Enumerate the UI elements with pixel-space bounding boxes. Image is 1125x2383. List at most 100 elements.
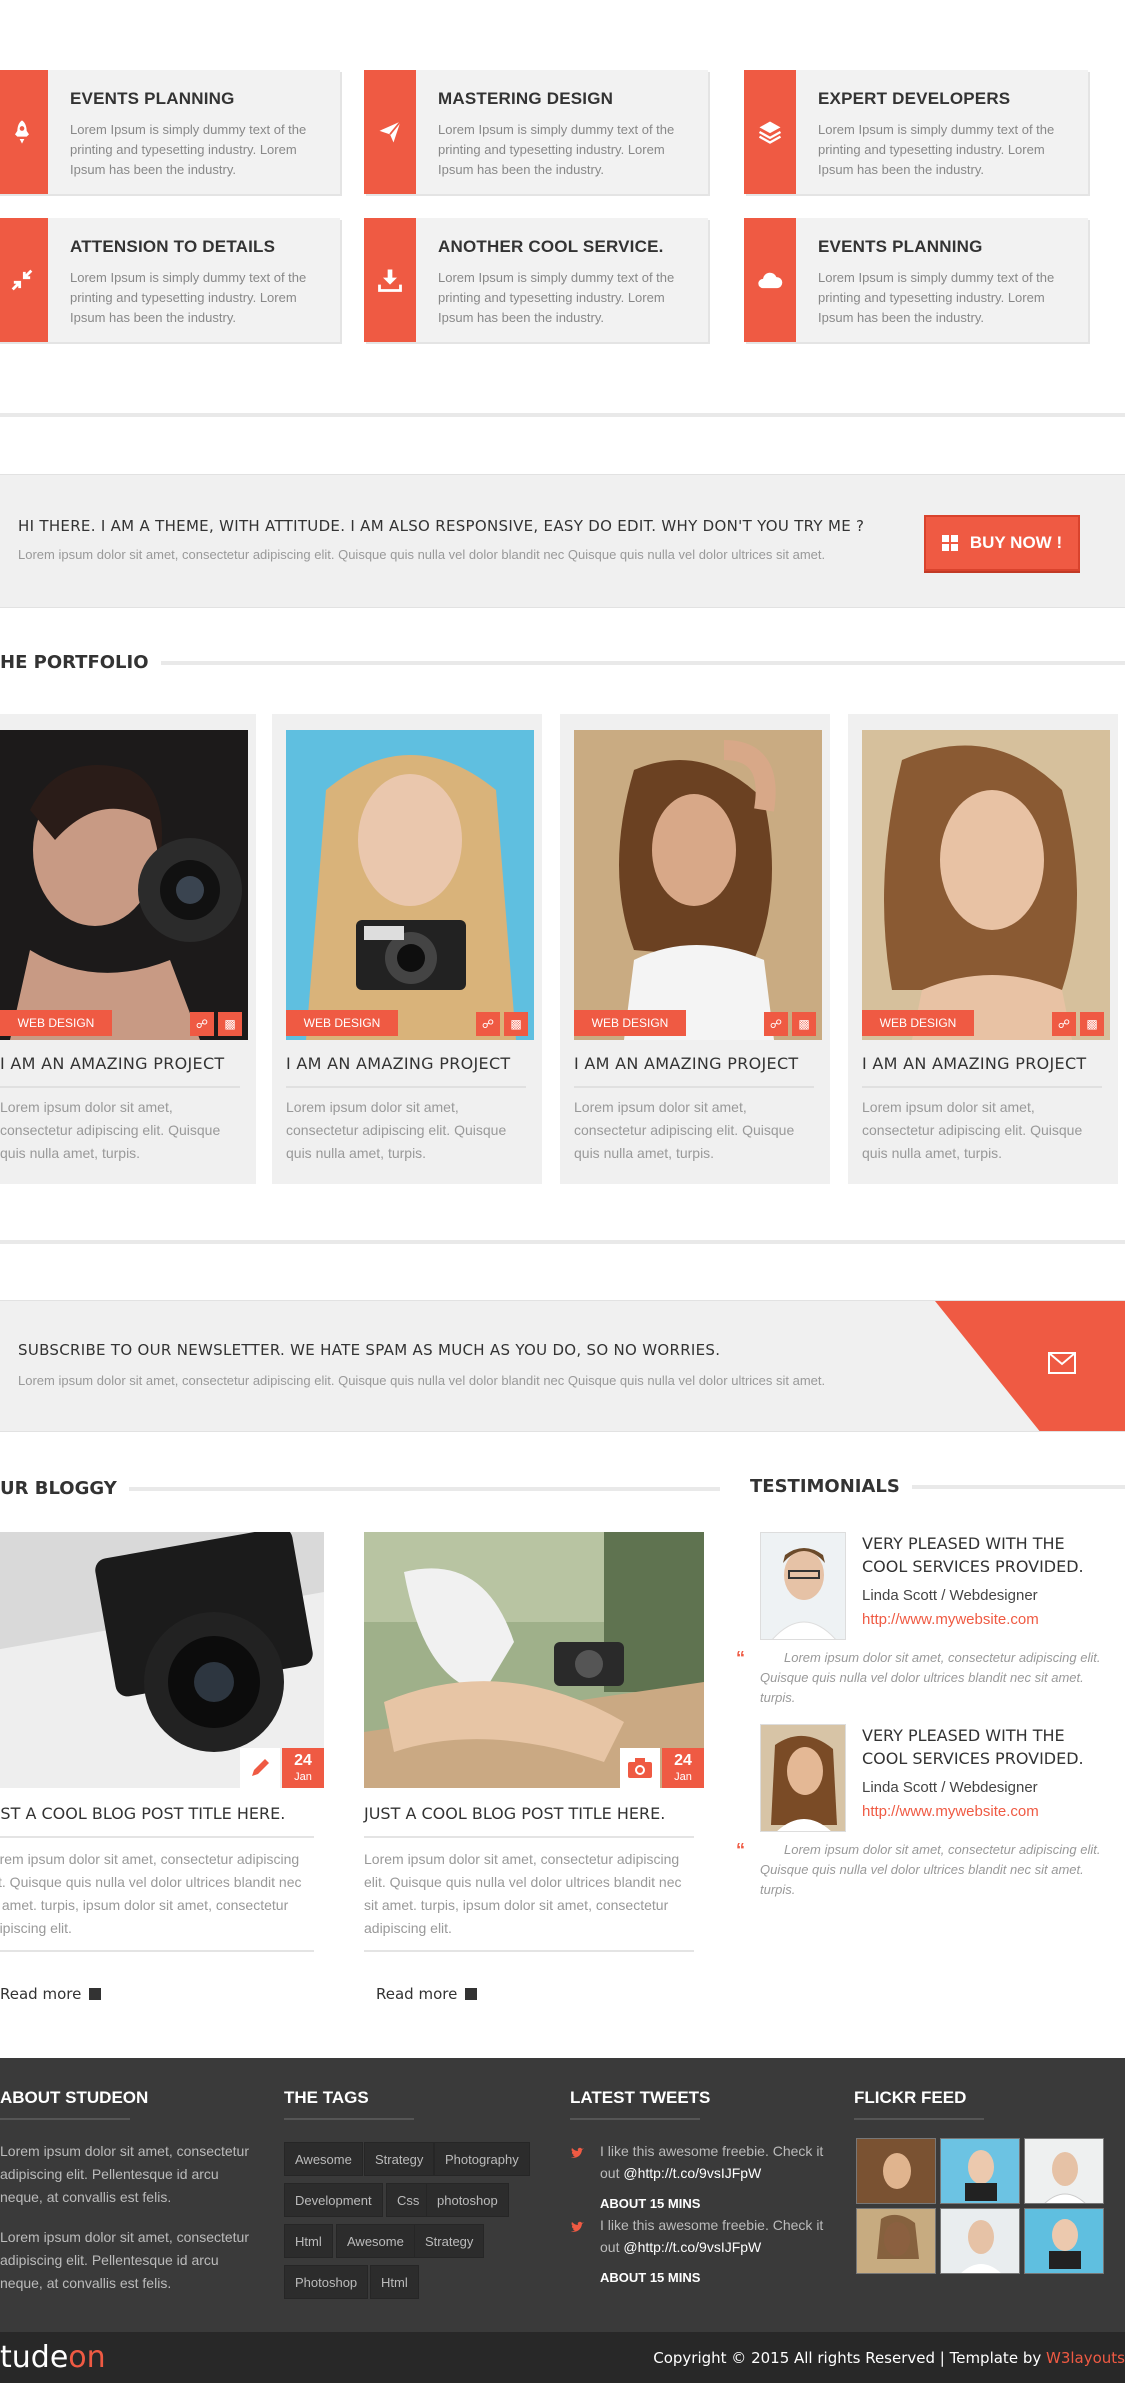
tag-link[interactable]: photoshop — [426, 2183, 509, 2217]
camera-icon[interactable] — [620, 1748, 660, 1788]
link-icon[interactable]: ☍ — [190, 1012, 214, 1036]
portfolio-image[interactable] — [286, 730, 534, 1040]
portfolio-card[interactable]: WEB DESIGN ☍ ▩ I AM AN AMAZING PROJECT L… — [848, 714, 1118, 1184]
testimonial-body: Lorem ipsum dolor sit amet, consectetur … — [760, 1650, 1101, 1705]
footer-tags-heading: THE TAGS — [284, 2088, 369, 2107]
tag-link[interactable]: Development — [284, 2183, 383, 2217]
envelope-icon[interactable] — [1048, 1352, 1076, 1374]
divider — [574, 1086, 814, 1088]
tag-link[interactable]: Photography — [434, 2142, 530, 2176]
category-tag[interactable]: WEB DESIGN — [286, 1010, 398, 1036]
cta-band: HI THERE. I AM A THEME, WITH ATTITUDE. I… — [0, 474, 1125, 608]
date-month: Jan — [674, 1771, 692, 1783]
logo-main: tude — [0, 2340, 69, 2375]
chart-icon[interactable]: ▩ — [792, 1012, 816, 1036]
divider — [364, 1950, 694, 1952]
logo-accent: on — [68, 2340, 106, 2375]
tag-link[interactable]: Html — [370, 2265, 419, 2299]
divider — [364, 1836, 694, 1838]
link-icon[interactable]: ☍ — [476, 1012, 500, 1036]
tweet-text: I like this awesome freebie. Check it ou… — [600, 2214, 830, 2258]
link-icon[interactable]: ☍ — [1052, 1012, 1076, 1036]
testimonial-text: “ Lorem ipsum dolor sit amet, consectetur… — [736, 1840, 1110, 1900]
credit-link[interactable]: W3layouts — [1046, 2349, 1125, 2367]
project-title[interactable]: I AM AN AMAZING PROJECT — [862, 1054, 1087, 1073]
tag-link[interactable]: Html — [284, 2224, 333, 2258]
testimonial-text: “ Lorem ipsum dolor sit amet, consectetur… — [736, 1648, 1110, 1708]
tag-link[interactable]: Photoshop — [284, 2265, 369, 2299]
service-text: Lorem Ipsum is simply dummy text of the … — [70, 270, 307, 325]
read-more-link[interactable]: Read more — [0, 1985, 102, 2003]
portfolio-card[interactable]: WEB DESIGN ☍ ▩ I AM AN AMAZING PROJECT L… — [272, 714, 542, 1184]
portfolio-image[interactable] — [862, 730, 1110, 1040]
service-title: EVENTS PLANNING — [70, 89, 235, 108]
category-tag[interactable]: WEB DESIGN — [862, 1010, 974, 1036]
service-title: EXPERT DEVELOPERS — [818, 89, 1011, 108]
arrow-icon — [89, 1988, 102, 2000]
footer-tweets-heading: LATEST TWEETS — [570, 2088, 711, 2107]
service-text: Lorem Ipsum is simply dummy text of the … — [438, 270, 675, 325]
portfolio-card[interactable]: WEB DESIGN ☍ ▩ I AM AN AMAZING PROJECT L… — [560, 714, 830, 1184]
service-box: EVENTS PLANNING Lorem Ipsum is simply du… — [0, 70, 340, 194]
date-badge: 24 Jan — [282, 1748, 324, 1788]
read-more-link[interactable]: Read more — [376, 1985, 478, 2003]
blog-post-title[interactable]: JUST A COOL BLOG POST TITLE HERE. — [364, 1804, 665, 1823]
divider — [862, 1086, 1102, 1088]
project-text: Lorem ipsum dolor sit amet, consectetur … — [0, 1099, 221, 1161]
tag-link[interactable]: Awesome — [284, 2142, 363, 2176]
tag-link[interactable]: Awesome — [336, 2224, 415, 2258]
project-title[interactable]: I AM AN AMAZING PROJECT — [574, 1054, 799, 1073]
category-tag[interactable]: WEB DESIGN — [0, 1010, 112, 1036]
portfolio-card[interactable]: WEB DESIGN ☍ ▩ I AM AN AMAZING PROJECT L… — [0, 714, 256, 1184]
service-text: Lorem Ipsum is simply dummy text of the … — [438, 122, 675, 177]
site-logo[interactable]: tudeon — [0, 2340, 106, 2375]
quote-icon: “ — [736, 1840, 745, 1860]
service-box: EVENTS PLANNING Lorem Ipsum is simply du… — [744, 218, 1088, 342]
blog-post-title[interactable]: JUST A COOL BLOG POST TITLE HERE. — [0, 1804, 285, 1823]
flickr-thumbnail[interactable] — [856, 2208, 936, 2274]
flickr-thumbnail[interactable] — [940, 2138, 1020, 2204]
link-icon[interactable]: ☍ — [764, 1012, 788, 1036]
newsletter-accent — [935, 1301, 1125, 1431]
testimonial-link[interactable]: http://www.mywebsite.com — [862, 1611, 1039, 1628]
cta-heading: HI THERE. I AM A THEME, WITH ATTITUDE. I… — [18, 517, 865, 535]
tweet-link[interactable]: @http://t.co/9vsIJFpW — [623, 2239, 761, 2255]
heading-underline — [854, 2118, 984, 2120]
pencil-icon[interactable] — [240, 1748, 280, 1788]
buy-now-label: BUY NOW ! — [969, 533, 1063, 552]
divider — [0, 413, 1125, 417]
newsletter-text: Lorem ipsum dolor sit amet, consectetur … — [18, 1373, 826, 1388]
flickr-thumbnail[interactable] — [940, 2208, 1020, 2274]
blog-heading: UR BLOGGY — [0, 1478, 720, 1499]
tag-link[interactable]: Css — [386, 2183, 431, 2217]
testimonials-heading-text: TESTIMONIALS — [750, 1476, 900, 1497]
project-title[interactable]: I AM AN AMAZING PROJECT — [286, 1054, 511, 1073]
flickr-thumbnail[interactable] — [856, 2138, 936, 2204]
service-title: MASTERING DESIGN — [438, 89, 614, 108]
service-box: MASTERING DESIGN Lorem Ipsum is simply d… — [364, 70, 708, 194]
chart-icon[interactable]: ▩ — [504, 1012, 528, 1036]
buy-now-button[interactable]: BUY NOW ! — [924, 515, 1080, 571]
arrow-icon — [465, 1988, 478, 2000]
portfolio-image[interactable] — [574, 730, 822, 1040]
chart-icon[interactable]: ▩ — [218, 1012, 242, 1036]
project-title[interactable]: I AM AN AMAZING PROJECT — [0, 1054, 225, 1073]
flickr-thumbnail[interactable] — [1024, 2208, 1104, 2274]
testimonial-author: Linda Scott / Webdesigner — [862, 1779, 1038, 1796]
newsletter-heading: SUBSCRIBE TO OUR NEWSLETTER. WE HATE SPA… — [18, 1341, 721, 1359]
tag-link[interactable]: Strategy — [364, 2142, 435, 2176]
read-more-label: Read more — [0, 1985, 82, 2003]
compress-icon — [0, 218, 48, 342]
testimonial-link[interactable]: http://www.mywebsite.com — [862, 1803, 1039, 1820]
tweet-link[interactable]: @http://t.co/9vsIJFpW — [623, 2165, 761, 2181]
project-text: Lorem ipsum dolor sit amet, consectetur … — [862, 1099, 1083, 1161]
rocket-icon — [0, 70, 48, 194]
portfolio-image[interactable] — [0, 730, 248, 1040]
date-day: 24 — [294, 1752, 312, 1769]
chart-icon[interactable]: ▩ — [1080, 1012, 1104, 1036]
layers-icon — [744, 70, 796, 194]
quote-icon: “ — [736, 1648, 745, 1668]
flickr-thumbnail[interactable] — [1024, 2138, 1104, 2204]
category-tag[interactable]: WEB DESIGN — [574, 1010, 686, 1036]
tag-link[interactable]: Strategy — [414, 2224, 485, 2258]
